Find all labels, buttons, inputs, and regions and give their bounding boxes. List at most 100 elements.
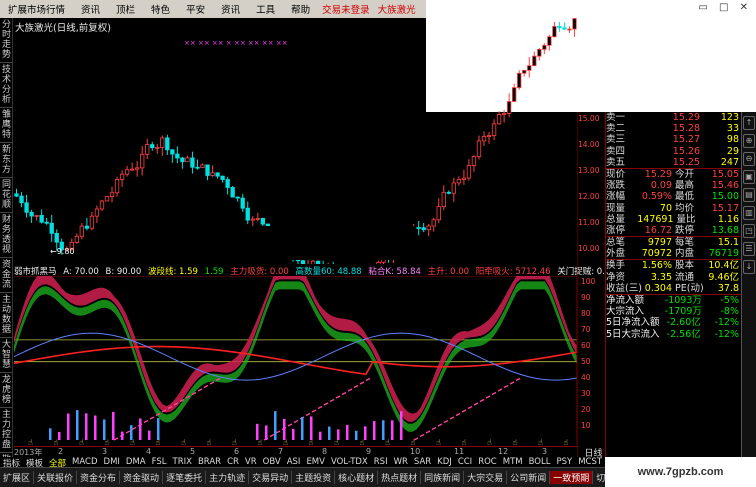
menu-item[interactable]: 帮助 <box>283 2 318 16</box>
extension-tab[interactable]: 扩展区 <box>0 471 35 484</box>
indicator-tab[interactable]: MCST <box>575 457 605 467</box>
sidebar-tab[interactable]: 主动数据 <box>0 293 13 338</box>
extension-tab[interactable]: 公司新闻 <box>507 471 551 484</box>
indicator-tab[interactable]: WR <box>391 457 411 467</box>
sidebar-tab[interactable]: 技术分析 <box>0 63 13 108</box>
sidebar-tab[interactable]: 同花顺 <box>0 178 13 213</box>
indicator-tab[interactable]: 指标 <box>0 457 23 467</box>
indicator-tab[interactable]: DMA <box>123 457 149 467</box>
indicator-tab[interactable]: ROC <box>475 457 500 467</box>
tool-icon[interactable]: ▥ <box>743 206 755 220</box>
window-controls[interactable]: ▭ □ ✕ <box>426 0 756 15</box>
alert-stock[interactable]: 大族激光 <box>374 2 420 16</box>
price-tick: 11.00 <box>578 218 600 227</box>
candle-body <box>567 28 572 31</box>
flow-value: -2.60亿 <box>666 317 701 329</box>
sidebar-tab[interactable]: 分时走势 <box>0 18 13 63</box>
tool-icon[interactable]: ▣ <box>743 170 755 184</box>
indicator-tab[interactable]: 全部 <box>46 457 69 467</box>
quote-label: 净资 <box>606 271 626 283</box>
indicator-tab[interactable]: MTM <box>500 457 526 467</box>
indicator-tab[interactable]: 模板 <box>23 457 46 467</box>
quote-label2: 跌停 <box>675 224 695 236</box>
signal-bar <box>76 410 79 440</box>
quote-row: 涨跌 0.09 最高 15.46 <box>606 180 741 191</box>
menu-item[interactable]: 顶栏 <box>108 2 143 16</box>
tool-icon[interactable]: ⊖ <box>743 152 755 166</box>
extension-tab[interactable]: 热点题材 <box>378 471 422 484</box>
extension-tab[interactable]: 交易异动 <box>249 471 293 484</box>
extension-tab[interactable]: 资金驱动 <box>120 471 164 484</box>
sidebar-tab[interactable]: 财务透视 <box>0 213 13 258</box>
signal-bar <box>94 415 97 440</box>
extension-tab[interactable]: 大宗交易 <box>464 471 508 484</box>
indicator-tab[interactable]: SAR <box>411 457 434 467</box>
quote-row: 外盘 70972 内盘 76719 <box>606 248 741 259</box>
indicator-tab[interactable]: VR <box>242 457 260 467</box>
extension-tab[interactable]: 主题投资 <box>292 471 336 484</box>
menu-item[interactable]: 工具 <box>248 2 283 16</box>
candle-body <box>245 207 250 221</box>
flow-pct: -8% <box>720 306 740 318</box>
quote-value: 0.59% <box>641 191 672 203</box>
sidebar-tab[interactable]: 主力控盘 <box>0 408 13 453</box>
extension-tab[interactable]: 主力轨迹 <box>206 471 250 484</box>
indicator-tab[interactable]: KDJ <box>434 457 455 467</box>
tool-icon[interactable]: ↑ <box>743 116 755 130</box>
extension-tab[interactable]: 核心题材 <box>335 471 379 484</box>
sidebar-tab[interactable]: 新东方 <box>0 143 13 178</box>
indicator-tab[interactable]: BRAR <box>195 457 224 467</box>
signal-bar <box>139 418 142 440</box>
indicator-tab[interactable]: VOL-TDX <box>328 457 371 467</box>
accumulation-stripe <box>113 437 119 441</box>
candle-body <box>562 27 567 30</box>
sidebar-tab[interactable]: 大智慧 <box>0 338 13 373</box>
sidebar-tab[interactable]: 龙虎榜 <box>0 373 13 408</box>
tool-icon[interactable]: ◳ <box>743 224 755 238</box>
sidebar-tab[interactable]: 雏鹰特 <box>0 108 13 143</box>
indicator-tab[interactable]: TRIX <box>170 457 195 467</box>
signal-bar <box>310 416 313 440</box>
tool-icon[interactable]: ▤ <box>743 188 755 202</box>
menu-item[interactable]: 特色 <box>143 2 178 16</box>
indicator-tab[interactable]: MACD <box>69 457 100 467</box>
extension-tab[interactable]: 一致预期 <box>550 471 594 484</box>
indicator-tab[interactable]: OBV <box>260 457 284 467</box>
indicator-chart[interactable]: ☝ ☝ ☝ ☝ ☝ ☝ ☝ ☝ ☝ ☝ ☝ ☝ ☝ ☝ ☝ ☝ ☝ ☝ ☝ ☝ ☝ ☝100908070605040302… <box>14 276 604 446</box>
level-price: 15.25 <box>672 156 700 168</box>
menu-item[interactable]: 扩展市场行情 <box>0 2 73 16</box>
tool-icon[interactable]: ↓ <box>743 260 755 274</box>
extension-tab[interactable]: 切换 <box>593 471 605 484</box>
extension-tab[interactable]: 同族新闻 <box>421 471 465 484</box>
indicator-tab[interactable]: FSL <box>149 457 170 467</box>
tool-icon[interactable]: ⊕ <box>743 134 755 148</box>
indicator-tab[interactable]: PSY <box>553 457 575 467</box>
extension-tab[interactable]: 关联报价 <box>34 471 78 484</box>
sidebar-tab[interactable]: 资金流 <box>0 258 13 293</box>
signal-bar <box>85 413 88 440</box>
slow-line <box>14 345 578 376</box>
menu-item[interactable]: 资讯 <box>213 2 248 16</box>
flow-pct: -12% <box>714 328 739 340</box>
indicator-tab[interactable]: ASI <box>284 457 304 467</box>
accumulation-stripe <box>419 433 425 438</box>
low-price-label: ←9.80 <box>50 247 75 256</box>
indicator-tab[interactable]: CCI <box>455 457 475 467</box>
date-tick: 6 <box>234 447 240 456</box>
tool-icon[interactable]: ☰ <box>743 242 755 256</box>
menu-item[interactable]: 资讯 <box>73 2 108 16</box>
extension-tab[interactable]: 逐笔委托 <box>163 471 207 484</box>
indicator-tab[interactable]: RSI <box>371 457 391 467</box>
indicator-tab[interactable]: BOLL <box>526 457 554 467</box>
kline-chart[interactable]: ×× ×× ×× × ×× ×× ×× ×× ←9.80 <box>14 18 577 264</box>
indicator-tab[interactable]: EMV <box>303 457 328 467</box>
candle-body <box>119 173 125 180</box>
menu-item[interactable]: 平安 <box>178 2 213 16</box>
signal-bar <box>355 430 358 440</box>
quote-row: 净资 3.35 流通 9.46亿 <box>606 272 741 283</box>
indicator-tab[interactable]: DMI <box>101 457 123 467</box>
accumulation-stripe <box>437 423 443 427</box>
extension-tab[interactable]: 资金分布 <box>77 471 121 484</box>
indicator-tab[interactable]: CR <box>224 457 242 467</box>
alert-login[interactable]: 交易未登录 <box>318 2 374 16</box>
